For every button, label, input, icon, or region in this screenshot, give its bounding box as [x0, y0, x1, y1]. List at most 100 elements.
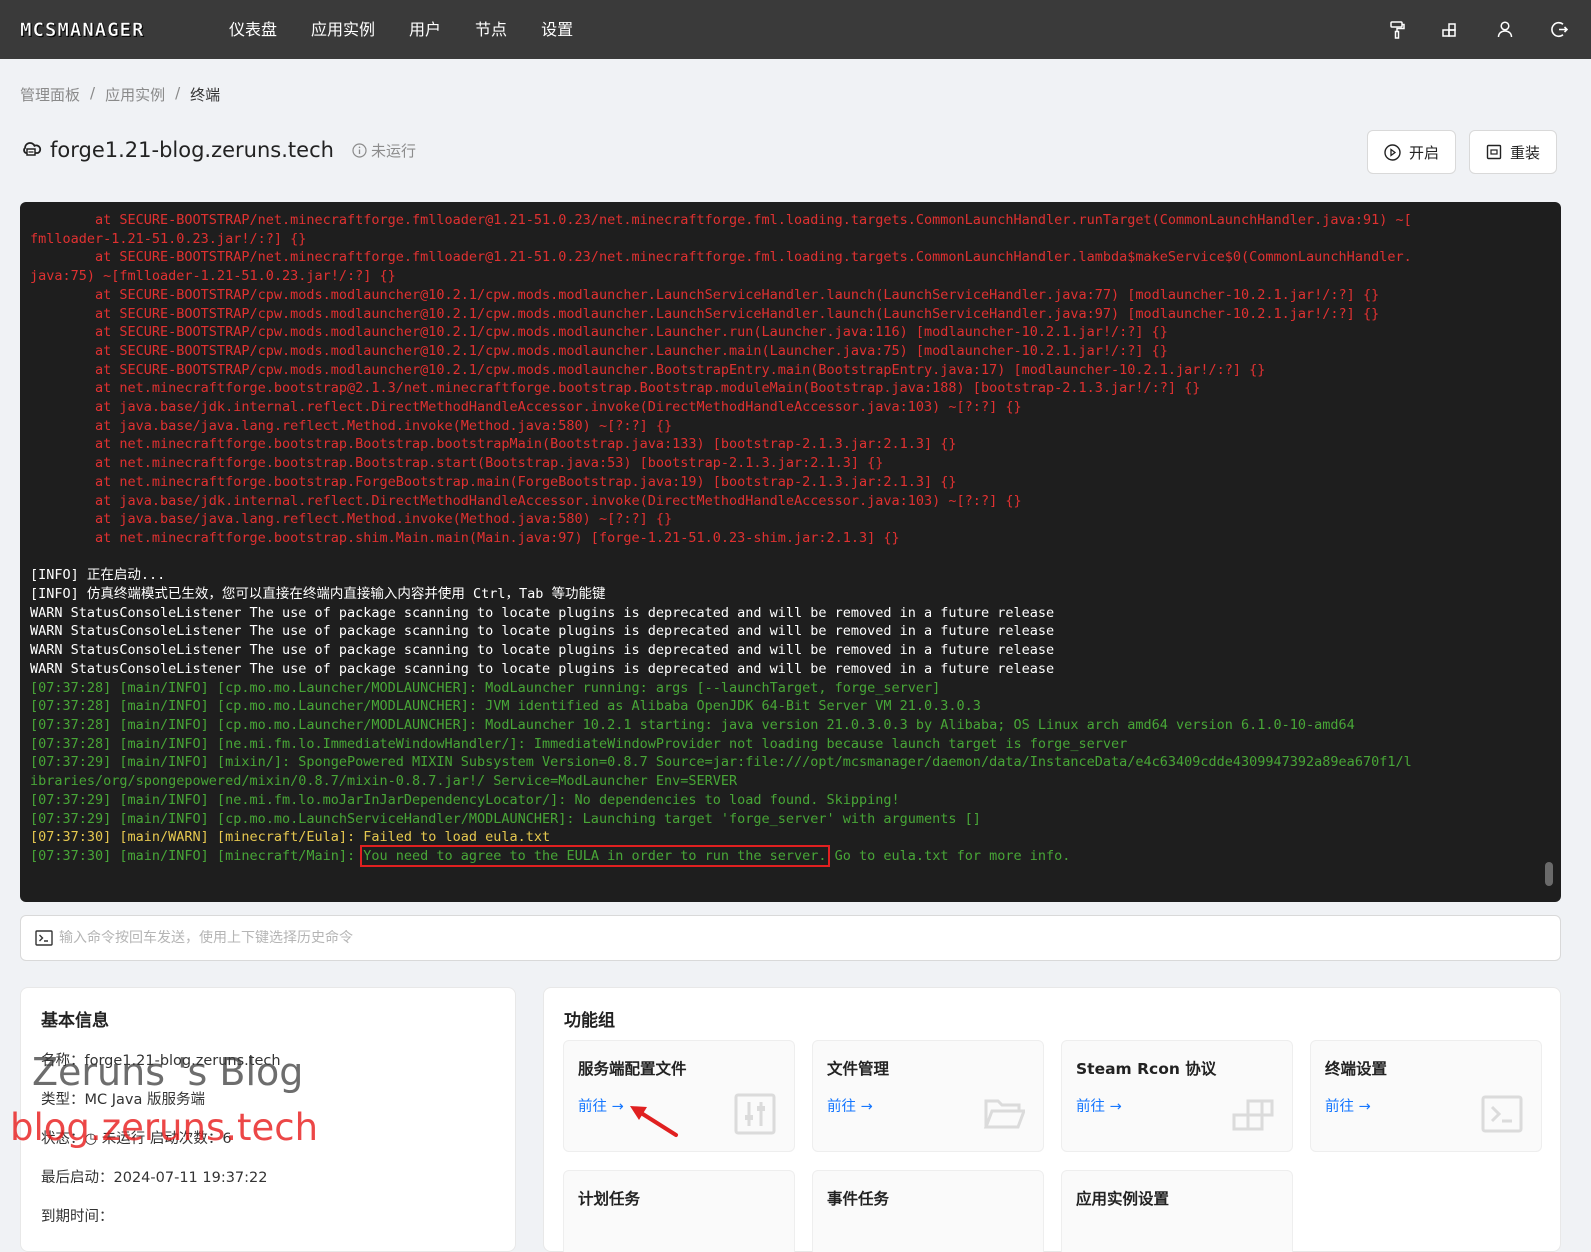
terminal-line: at SECURE-BOOTSTRAP/cpw.mods.modlauncher… — [30, 286, 1380, 303]
page-title: forge1.21-blog.zeruns.tech — [50, 138, 334, 162]
watermark-blog-url: blog.zeruns.tech — [10, 1106, 319, 1149]
terminal-output: at SECURE-BOOTSTRAP/net.minecraftforge.f… — [30, 211, 1551, 847]
play-circle-icon — [1384, 143, 1401, 161]
terminal-line: at java.base/jdk.internal.reflect.Direct… — [30, 492, 1022, 509]
terminal-line: [07:37:29] [main/INFO] [cp.mo.mo.LaunchS… — [30, 810, 981, 827]
terminal-prompt-icon — [35, 930, 53, 946]
blocks-icon[interactable] — [1441, 20, 1461, 40]
terminal-line: at SECURE-BOOTSTRAP/cpw.mods.modlauncher… — [30, 361, 1266, 378]
terminal-line: java:75) ~[fmlloader-1.21-51.0.23.jar!/:… — [30, 268, 396, 285]
nav-users[interactable]: 用户 — [392, 0, 458, 59]
sliders-icon — [734, 1093, 776, 1135]
terminal-line: at SECURE-BOOTSTRAP/cpw.mods.modlauncher… — [30, 324, 1168, 341]
eula-line-prefix: [07:37:30] [main/INFO] [minecraft/Main]: — [30, 847, 364, 864]
terminal-line: at java.base/java.lang.reflect.Method.in… — [30, 511, 673, 528]
terminal-line-eula: [07:37:30] [main/INFO] [minecraft/Main]:… — [30, 844, 1551, 867]
tile-file-manager[interactable]: 文件管理 前往 → — [812, 1040, 1044, 1152]
function-group-card: 功能组 服务端配置文件 前往 → 文件管理 前往 → Steam Rcon 协议… — [543, 987, 1561, 1252]
terminal-line: [07:37:28] [main/INFO] [cp.mo.mo.Launche… — [30, 716, 1355, 733]
tile-title: 服务端配置文件 — [578, 1060, 687, 1078]
nav-dashboard[interactable]: 仪表盘 — [212, 0, 294, 59]
logout-icon[interactable] — [1549, 20, 1569, 40]
reinstall-button[interactable]: 重装 — [1469, 130, 1558, 174]
breadcrumb-terminal: 终端 — [190, 86, 221, 104]
breadcrumb-panel[interactable]: 管理面板 — [20, 84, 80, 105]
command-input[interactable] — [59, 930, 959, 946]
terminal-line: [07:37:28] [main/INFO] [ne.mi.fm.lo.Imme… — [30, 735, 1128, 752]
instance-header: forge1.21-blog.zeruns.tech 未运行 — [20, 138, 416, 162]
status-text: 未运行 — [370, 141, 416, 160]
tile-steam-rcon[interactable]: Steam Rcon 协议 前往 → — [1061, 1040, 1293, 1152]
terminal-console[interactable]: at SECURE-BOOTSTRAP/net.minecraftforge.f… — [20, 202, 1561, 902]
function-group-title: 功能组 — [564, 1011, 615, 1031]
terminal-line: ibraries/org/spongepowered/mixin/0.8.7/m… — [30, 773, 738, 790]
breadcrumb-separator: / — [175, 84, 181, 102]
breadcrumb-instances[interactable]: 应用实例 — [105, 84, 165, 105]
nav-nodes[interactable]: 节点 — [458, 0, 524, 59]
terminal-line: [07:37:29] [main/INFO] [ne.mi.fm.lo.moJa… — [30, 791, 900, 808]
terminal-line: at net.minecraftforge.bootstrap.ForgeBoo… — [30, 473, 957, 490]
tile-terminal-settings[interactable]: 终端设置 前往 → — [1310, 1040, 1542, 1152]
breadcrumb-separator: / — [90, 84, 96, 102]
goto-link[interactable]: 前往 → — [1325, 1095, 1371, 1116]
main-nav: 仪表盘 应用实例 用户 节点 设置 — [212, 0, 590, 59]
status-badge: 未运行 — [352, 140, 416, 161]
tile-server-config[interactable]: 服务端配置文件 前往 → — [563, 1040, 795, 1152]
terminal-line: at net.minecraftforge.bootstrap.Bootstra… — [30, 455, 884, 472]
terminal-line: at SECURE-BOOTSTRAP/cpw.mods.modlauncher… — [30, 305, 1380, 322]
terminal-line: at java.base/java.lang.reflect.Method.in… — [30, 417, 673, 434]
start-label: 开启 — [1409, 143, 1440, 162]
terminal-line: WARN StatusConsoleListener The use of pa… — [30, 623, 1055, 640]
tile-instance-settings[interactable]: 应用实例设置 — [1061, 1170, 1293, 1252]
goto-link[interactable]: 前往 → — [827, 1095, 873, 1116]
terminal-line: [07:37:28] [main/INFO] [cp.mo.mo.Launche… — [30, 679, 941, 696]
folder-open-icon — [983, 1099, 1025, 1129]
tile-event-tasks[interactable]: 事件任务 — [812, 1170, 1044, 1252]
top-navbar: MCSMANAGER 仪表盘 应用实例 用户 节点 设置 — [0, 0, 1591, 59]
goto-link[interactable]: 前往 → — [578, 1095, 624, 1116]
goto-link[interactable]: 前往 → — [1076, 1095, 1122, 1116]
terminal-line: [INFO] 仿真终端模式已生效，您可以直接在终端内直接输入内容并使用 Ctrl… — [30, 586, 606, 603]
eula-highlight: You need to agree to the EULA in order t… — [360, 844, 830, 867]
terminal-line: at net.minecraftforge.bootstrap.shim.Mai… — [30, 529, 900, 546]
red-arrow-annotation-icon — [630, 1106, 678, 1137]
nav-settings[interactable]: 设置 — [524, 0, 590, 59]
cloud-server-icon — [20, 138, 42, 162]
terminal-line: WARN StatusConsoleListener The use of pa… — [30, 604, 1055, 621]
terminal-line: at net.minecraftforge.bootstrap@2.1.3/ne… — [30, 380, 1201, 397]
tile-title: 终端设置 — [1325, 1060, 1388, 1078]
terminal-line: at SECURE-BOOTSTRAP/net.minecraftforge.f… — [30, 212, 1412, 228]
tile-title: 计划任务 — [578, 1190, 641, 1208]
terminal-line: [07:37:28] [main/INFO] [cp.mo.mo.Launche… — [30, 698, 981, 715]
terminal-icon — [1481, 1095, 1523, 1133]
terminal-line: [INFO] 正在启动... — [30, 567, 166, 584]
terminal-line: at java.base/jdk.internal.reflect.Direct… — [30, 399, 1022, 416]
terminal-line: at SECURE-BOOTSTRAP/cpw.mods.modlauncher… — [30, 342, 1168, 359]
start-button[interactable]: 开启 — [1367, 130, 1457, 174]
basic-info-title: 基本信息 — [41, 1011, 109, 1031]
breadcrumb: 管理面板 / 应用实例 / 终端 — [20, 84, 220, 105]
terminal-scrollbar[interactable] — [1545, 862, 1553, 886]
terminal-line: at net.minecraftforge.bootstrap.Bootstra… — [30, 436, 957, 453]
tile-title: 事件任务 — [827, 1190, 890, 1208]
info-expire: 到期时间： — [41, 1209, 114, 1225]
nav-instances[interactable]: 应用实例 — [294, 0, 392, 59]
tile-title: 文件管理 — [827, 1060, 890, 1078]
tile-schedule[interactable]: 计划任务 — [563, 1170, 795, 1252]
terminal-line: at SECURE-BOOTSTRAP/net.minecraftforge.f… — [30, 249, 1412, 266]
command-input-box[interactable] — [20, 915, 1561, 961]
eula-line-suffix: Go to eula.txt for more info. — [826, 847, 1071, 864]
paint-roller-icon[interactable] — [1387, 20, 1407, 40]
terminal-line: WARN StatusConsoleListener The use of pa… — [30, 660, 1055, 677]
user-icon[interactable] — [1495, 20, 1515, 40]
blocks-icon — [1232, 1099, 1274, 1131]
info-circle-icon — [352, 142, 367, 158]
mcsmanager-logo[interactable]: MCSMANAGER — [20, 18, 180, 42]
reinstall-icon — [1486, 144, 1502, 160]
terminal-line: fmlloader-1.21-51.0.23.jar!/:?] {} — [30, 230, 307, 247]
info-last-start: 最后启动：2024-07-11 19:37:22 — [41, 1170, 268, 1186]
terminal-line: [07:37:29] [main/INFO] [mixin/]: SpongeP… — [30, 754, 1412, 771]
tile-title: 应用实例设置 — [1076, 1190, 1170, 1208]
terminal-line: WARN StatusConsoleListener The use of pa… — [30, 642, 1055, 659]
